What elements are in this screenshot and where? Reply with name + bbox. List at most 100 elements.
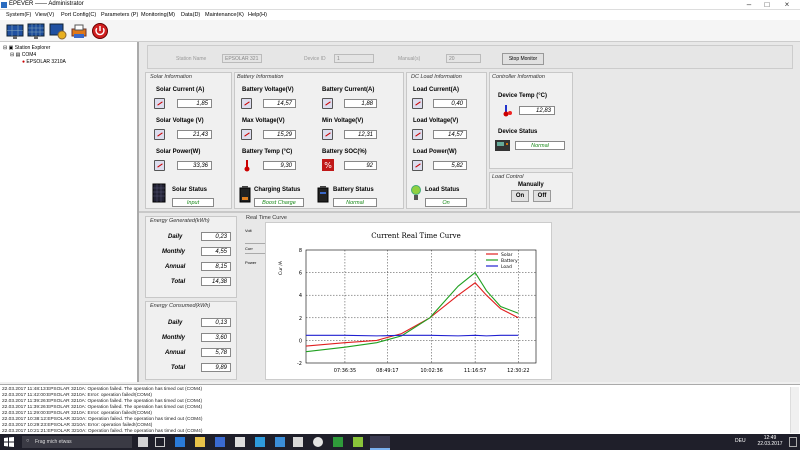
generated-daily-value: 0,23 <box>201 232 231 241</box>
app-icon <box>1 2 7 8</box>
load-control-title: Load Control <box>492 174 524 180</box>
thermometer-icon <box>244 160 250 172</box>
log-line: 22.03.2017 10:29:23:EPSOLAR 3210A: Error… <box>2 423 153 428</box>
printer-icon[interactable] <box>70 22 88 40</box>
maximize-button[interactable]: □ <box>760 0 774 10</box>
device-bar: Station Name EPSOLAR 321 Device ID 1 Man… <box>147 45 793 69</box>
x-tick-label: 10:02:36 <box>420 368 442 374</box>
consumed-total-value: 9,89 <box>201 363 231 372</box>
gauge-icon <box>322 98 333 109</box>
power-icon[interactable] <box>91 22 109 40</box>
energy-generated-panel: Energy Generated(kWh) Daily 0,23 Monthly… <box>145 216 237 298</box>
menu-help[interactable]: Help(H) <box>248 12 267 18</box>
gauge-icon <box>412 160 423 171</box>
close-button[interactable]: × <box>780 0 794 10</box>
menu-maintenance[interactable]: Maintenance(K) <box>205 12 244 18</box>
menu-system[interactable]: System(F) <box>6 12 31 18</box>
tree-port[interactable]: ⊟ ▤ COM4 <box>10 52 36 58</box>
device-id-field[interactable]: 1 <box>334 54 374 63</box>
svg-text:%: % <box>324 161 332 170</box>
device-temp-label: Device Temp (°C) <box>498 93 547 99</box>
solar-settings-icon[interactable] <box>49 22 67 40</box>
load-control-panel: Load Control Manually On Off <box>489 172 573 209</box>
app-icon-green[interactable] <box>353 437 363 447</box>
app-icon-gray[interactable] <box>293 437 303 447</box>
taskbar: ○ Frag mich etwas DEU 12:49 22.03.2017 <box>0 434 800 450</box>
chrome-icon[interactable] <box>313 437 323 447</box>
taskbar-search-box[interactable]: ○ Frag mich etwas <box>22 436 132 448</box>
solar-array-icon[interactable] <box>27 22 45 40</box>
battery-current-value: 1,88 <box>344 99 377 108</box>
store-icon[interactable] <box>215 437 225 447</box>
legend-label-load: Load <box>501 264 512 270</box>
menu-monitoring[interactable]: Monitoring(M) <box>141 12 175 18</box>
skype-icon[interactable] <box>255 437 265 447</box>
log-scrollbar[interactable] <box>790 387 799 433</box>
language-indicator[interactable]: DEU <box>735 438 746 444</box>
max-voltage-value: 15,29 <box>263 130 296 139</box>
collapse-icon[interactable]: ⊟ <box>10 52 14 58</box>
load-current-label: Load Current(A) <box>413 87 459 93</box>
log-line: 22.03.2017 11:42:00:EPSOLAR 3210A: Error… <box>2 393 153 398</box>
solar-panel-icon[interactable] <box>6 22 24 40</box>
consumed-annual-label: Annual <box>165 350 186 356</box>
gauge-icon <box>241 98 252 109</box>
thermometer-icon <box>503 105 512 117</box>
mail-icon[interactable] <box>235 437 245 447</box>
gauge-icon <box>412 129 423 140</box>
collapse-icon[interactable]: ⊟ <box>3 45 7 51</box>
load-voltage-value: 14,57 <box>433 130 467 139</box>
log-panel: 22.03.2017 11:48:13:EPSOLAR 3210A: Opera… <box>0 384 800 434</box>
solar-power-value: 33,36 <box>177 161 212 170</box>
gauge-icon <box>412 98 423 109</box>
notification-icon[interactable] <box>789 437 797 447</box>
charging-status-value: Boost Charge <box>254 198 304 207</box>
port-icon: ▤ <box>15 52 21 58</box>
x-tick-label: 08:49:17 <box>376 368 398 374</box>
y-tick-label: 8 <box>299 248 302 254</box>
device-status-value: Normal <box>515 141 565 150</box>
y-tick-label: 2 <box>299 316 302 322</box>
solar-status-label: Solar Status <box>172 187 208 193</box>
device-status-label: Device Status <box>498 129 538 135</box>
device-id-label: Device ID <box>304 56 326 62</box>
menu-parameters[interactable]: Parameters (P) <box>101 12 138 18</box>
app-icon-blue[interactable] <box>275 437 285 447</box>
tree-root[interactable]: ⊟ ▣ Station Explorer <box>3 45 50 51</box>
gauge-icon <box>154 98 165 109</box>
minimize-button[interactable]: – <box>742 0 756 10</box>
solar-power-label: Solar Power(W) <box>156 149 201 155</box>
solar-module-icon <box>152 183 166 203</box>
menu-port-config[interactable]: Port Config(C) <box>61 12 96 18</box>
load-on-button[interactable]: On <box>511 190 529 202</box>
excel-icon[interactable] <box>333 437 343 447</box>
controller-device-icon <box>495 140 510 151</box>
menu-view[interactable]: View(V) <box>35 12 54 18</box>
window-title: EPEVER —— Administrator <box>9 1 84 7</box>
solar-current-value: 1,85 <box>177 99 212 108</box>
folder-icon[interactable] <box>195 437 205 447</box>
task-view-icon[interactable] <box>155 437 165 447</box>
epever-taskbar-button[interactable] <box>370 436 390 450</box>
windows-start-icon[interactable] <box>4 437 14 447</box>
computer-icon: ▣ <box>8 45 14 51</box>
log-line: 22.03.2017 10:38:12:EPSOLAR 3210A: Opera… <box>2 417 203 422</box>
stop-monitor-button[interactable]: Stop Monitor <box>502 53 544 65</box>
title-bar: EPEVER —— Administrator – □ × <box>0 0 800 10</box>
y-tick-label: -2 <box>297 361 302 367</box>
menu-data[interactable]: Data(D) <box>181 12 200 18</box>
tab-curr[interactable]: Curr <box>245 243 265 254</box>
microphone-icon[interactable] <box>138 437 148 447</box>
tree-device[interactable]: ● EPSOLAR 3210A <box>22 59 66 65</box>
tab-power[interactable]: Power <box>245 260 256 265</box>
x-tick-label: 07:36:35 <box>334 368 356 374</box>
load-off-button[interactable]: Off <box>533 190 551 202</box>
clock[interactable]: 12:49 22.03.2017 <box>756 435 784 447</box>
realtime-chart-frame: Current Real Time Curve Cur /A -2 0 2 4 6 8 0… <box>265 222 552 380</box>
splitter[interactable] <box>139 211 800 213</box>
manual-field[interactable]: 20 <box>446 54 481 63</box>
tab-volt[interactable]: Volt <box>245 228 252 233</box>
x-tick-label: 11:16:57 <box>464 368 486 374</box>
edge-icon[interactable] <box>175 437 185 447</box>
station-name-field[interactable]: EPSOLAR 321 <box>222 54 262 63</box>
